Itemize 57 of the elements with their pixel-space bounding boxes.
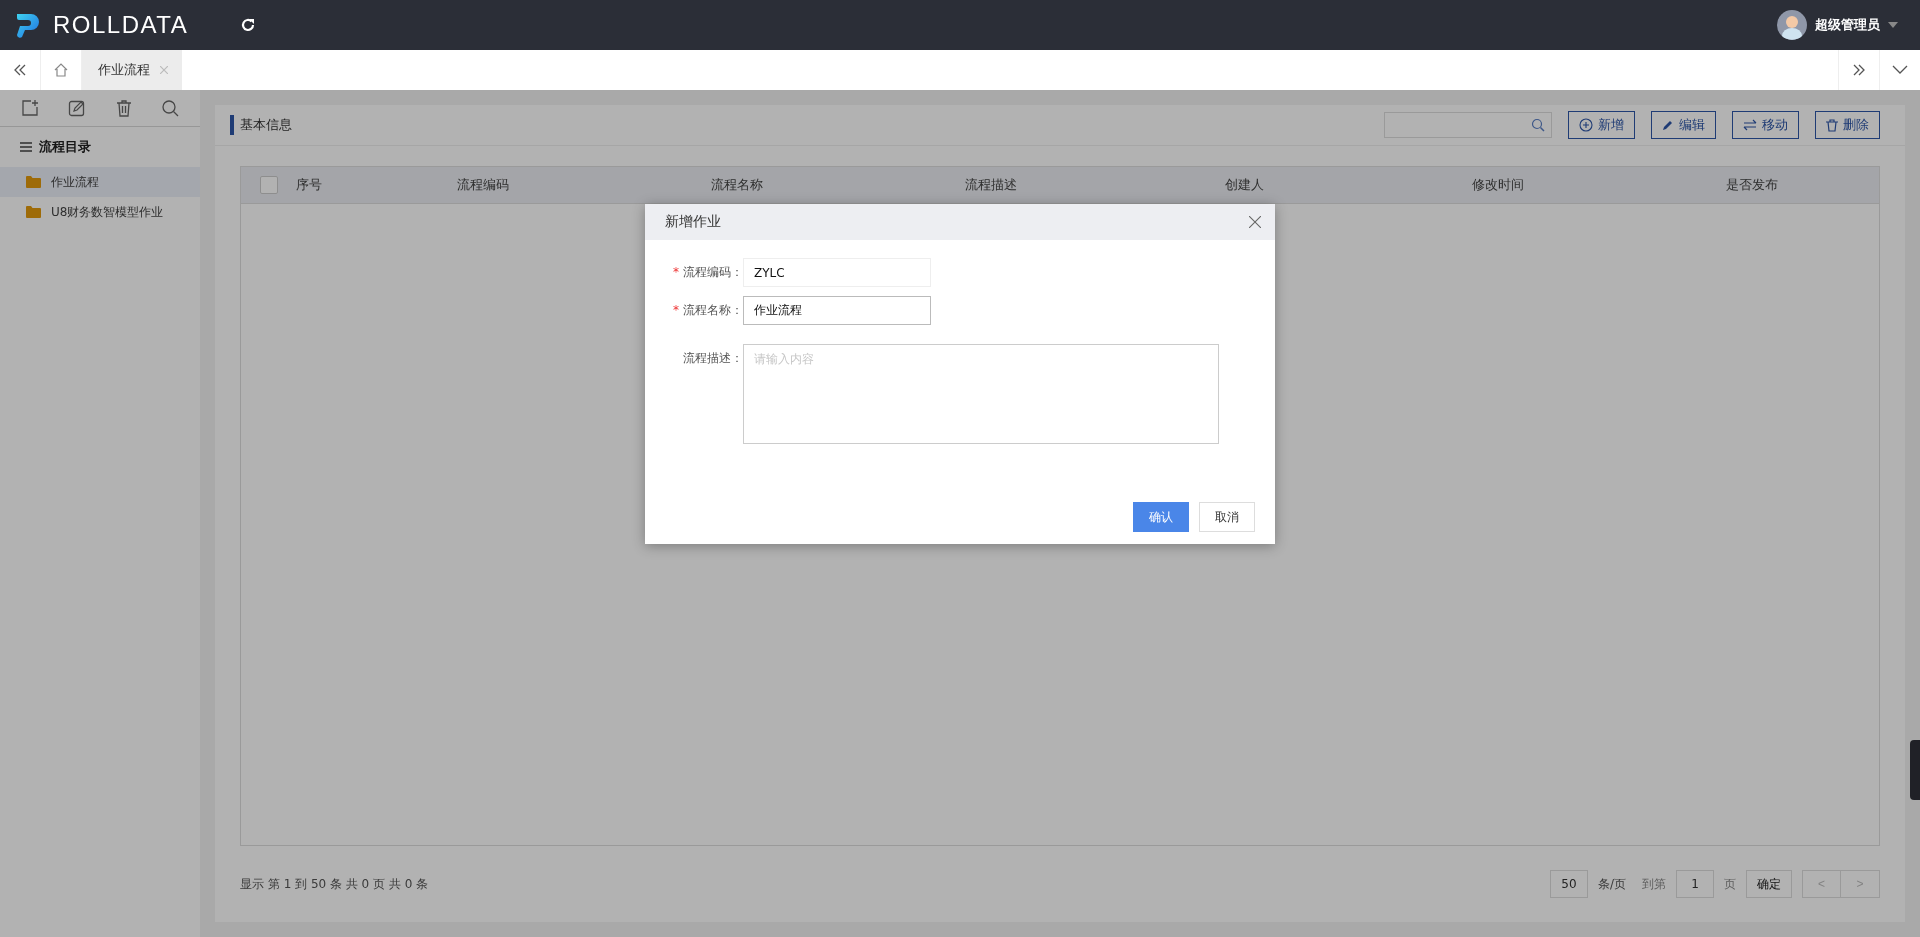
- cancel-button[interactable]: 取消: [1199, 502, 1255, 532]
- page-tab[interactable]: 作业流程: [82, 50, 182, 90]
- delete-button[interactable]: 删除: [1815, 111, 1880, 139]
- add-file-icon[interactable]: [20, 99, 39, 117]
- column-header[interactable]: 流程编码: [356, 176, 610, 194]
- caret-icon[interactable]: [1888, 22, 1898, 28]
- page-number-field[interactable]: 1: [1676, 870, 1714, 898]
- search-field[interactable]: [1384, 112, 1552, 138]
- input-field[interactable]: ZYLC: [743, 258, 931, 287]
- trash-icon[interactable]: [1826, 118, 1838, 132]
- column-header[interactable]: 流程名称: [609, 176, 864, 194]
- close-icon[interactable]: [1249, 216, 1261, 228]
- logo-text: ROLLDATA: [53, 11, 189, 39]
- required-mark: *: [673, 303, 679, 317]
- user-name[interactable]: 超级管理员: [1815, 16, 1880, 34]
- sidebar-title: 流程目录: [39, 138, 91, 156]
- goto-label: 到第: [1642, 875, 1666, 893]
- swap-arrows-icon[interactable]: [1743, 118, 1757, 132]
- folder-icon: [26, 176, 41, 188]
- edit-button[interactable]: 编辑: [1651, 111, 1716, 139]
- double-chevron-left-icon[interactable]: [13, 63, 27, 77]
- trash-icon[interactable]: [115, 99, 132, 117]
- confirm-button[interactable]: 确认: [1133, 502, 1189, 532]
- search-icon[interactable]: [1531, 118, 1545, 132]
- field-label: 流程描述：: [683, 351, 743, 365]
- field-label: 流程名称：: [683, 303, 743, 317]
- pencil-icon[interactable]: [1662, 119, 1674, 131]
- input-field[interactable]: 作业流程: [743, 296, 931, 325]
- move-button[interactable]: 移动: [1732, 111, 1799, 139]
- column-header[interactable]: 修改时间: [1371, 176, 1626, 194]
- column-header[interactable]: 创建人: [1117, 176, 1372, 194]
- page-size-field[interactable]: 50: [1549, 870, 1588, 898]
- sidebar-item[interactable]: 作业流程: [0, 167, 200, 197]
- pagination-summary: 显示 第 1 到 50 条 共 0 页 共 0 条: [240, 875, 429, 893]
- column-header[interactable]: 流程描述: [863, 176, 1118, 194]
- home-icon[interactable]: [53, 62, 69, 78]
- go-button[interactable]: 确定: [1746, 870, 1792, 898]
- folder-icon: [26, 206, 41, 218]
- select-all-checkbox[interactable]: [259, 176, 278, 194]
- double-chevron-right-icon[interactable]: [1852, 63, 1866, 77]
- refresh-icon[interactable]: [240, 17, 256, 33]
- menu-icon: [20, 142, 32, 152]
- add-button[interactable]: 新增: [1568, 111, 1635, 139]
- chevron-down-icon[interactable]: [1892, 65, 1908, 75]
- per-page-label: 条/页: [1597, 875, 1626, 893]
- edit-icon[interactable]: [68, 99, 87, 117]
- column-header[interactable]: 序号: [296, 176, 356, 194]
- dialog-title: 新增作业: [665, 213, 721, 231]
- field-label: 流程编码：: [683, 265, 743, 279]
- column-header[interactable]: 是否发布: [1625, 176, 1879, 194]
- sidebar-item[interactable]: U8财务数智模型作业: [0, 197, 200, 227]
- required-mark: *: [673, 265, 679, 279]
- search-icon[interactable]: [161, 99, 180, 117]
- page-unit-label: 页: [1724, 875, 1736, 893]
- avatar-icon[interactable]: [1777, 10, 1807, 40]
- plus-circle-icon[interactable]: [1579, 118, 1593, 132]
- section-title: 基本信息: [230, 115, 292, 135]
